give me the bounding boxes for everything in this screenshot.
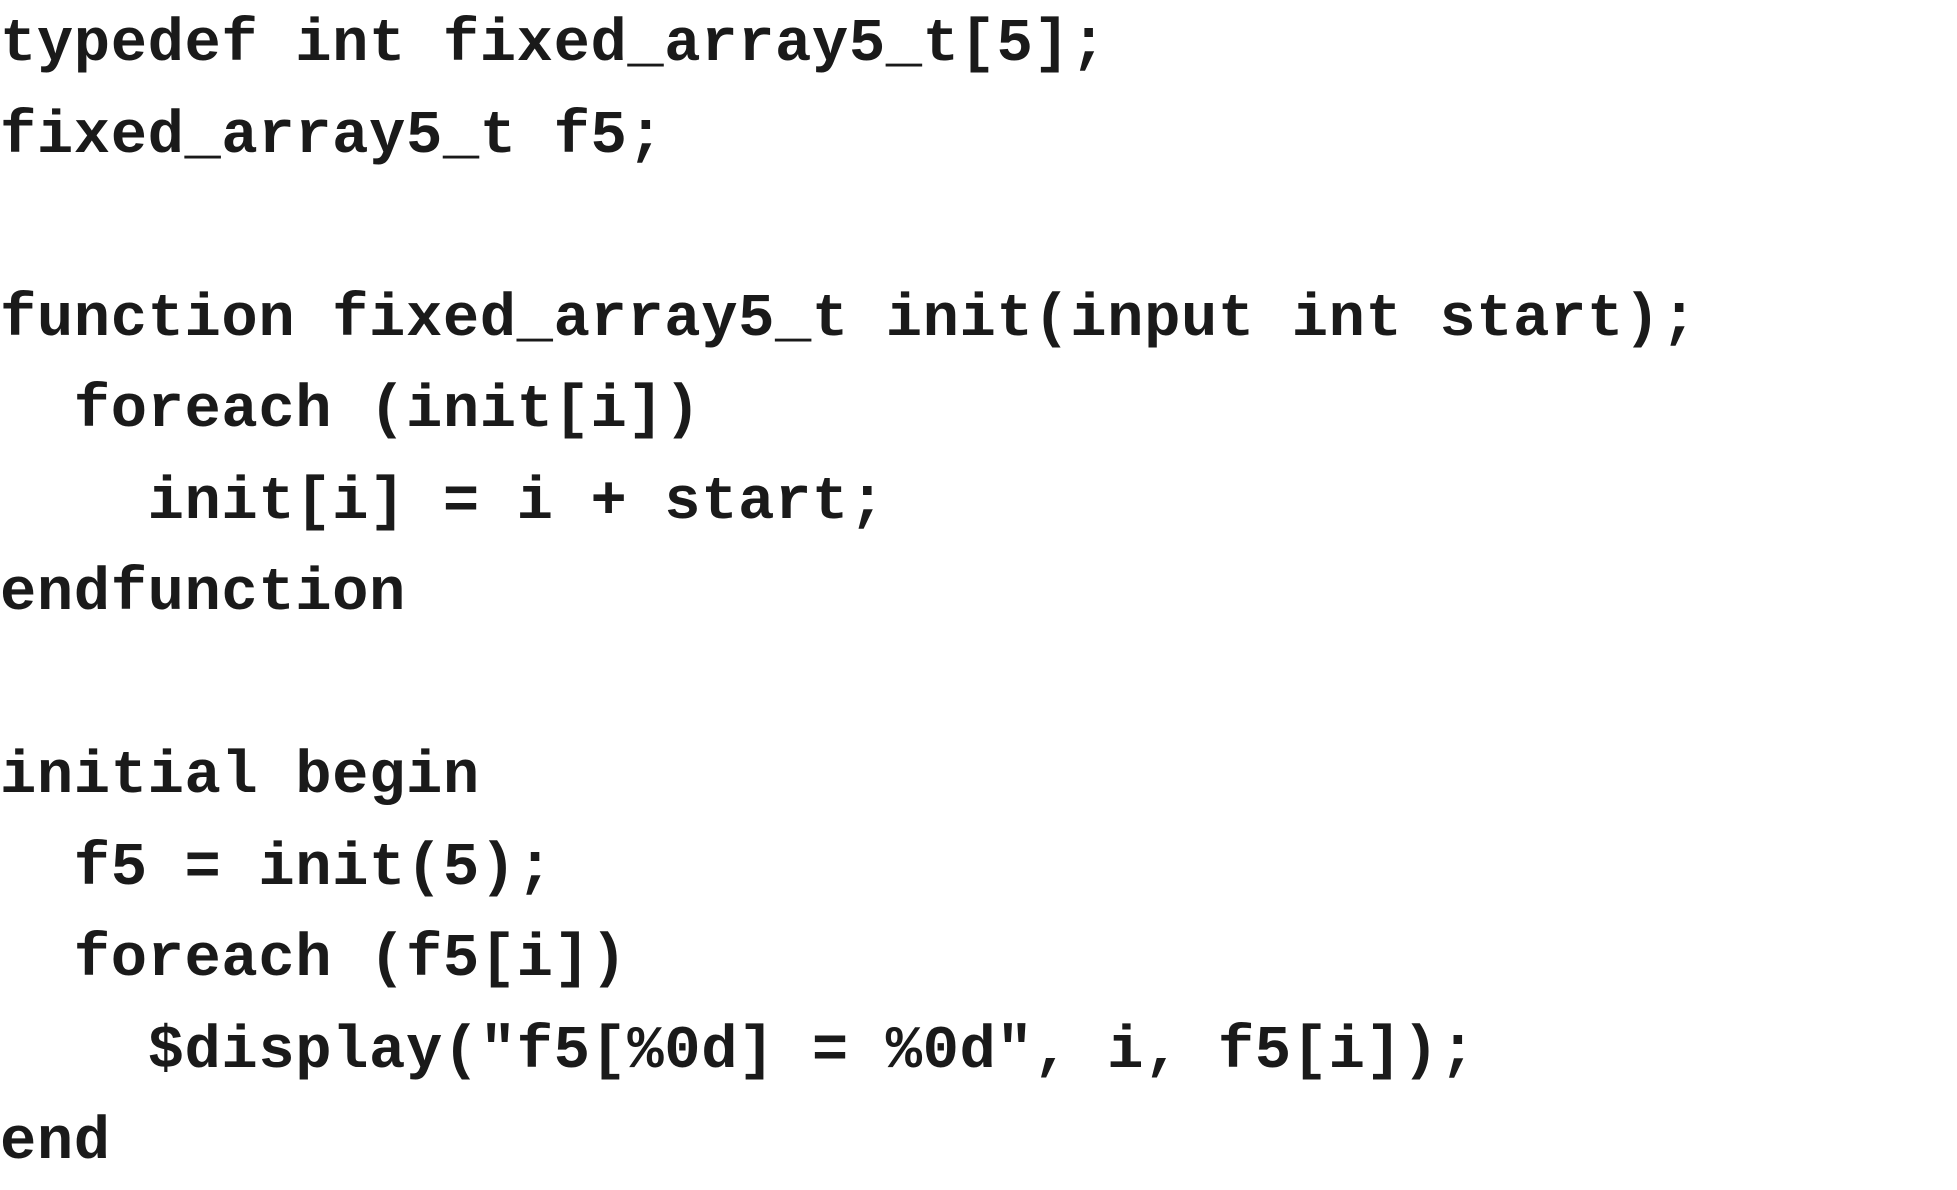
- code-line-function-foreach: foreach (init[i]): [0, 377, 702, 445]
- code-line-init-call: f5 = init(5);: [0, 834, 554, 903]
- code-line-initial-begin: initial begin: [0, 743, 480, 811]
- code-line-variable-declaration: fixed_array5_t f5;: [0, 102, 665, 171]
- code-line-function-assignment: init[i] = i + start;: [0, 468, 886, 537]
- code-line-initial-foreach: foreach (f5[i]): [0, 926, 628, 994]
- code-line-function-header: function fixed_array5_t init(input int s…: [0, 285, 1698, 354]
- code-line-endfunction: endfunction: [0, 560, 406, 628]
- code-line-display-call: $display("f5[%0d] = %0d", i, f5[i]);: [0, 1017, 1477, 1086]
- code-line-end: end: [0, 1109, 111, 1177]
- code-block: typedef int fixed_array5_t[5]; fixed_arra…: [0, 0, 1957, 1177]
- code-line-typedef: typedef int fixed_array5_t[5];: [0, 11, 1108, 79]
